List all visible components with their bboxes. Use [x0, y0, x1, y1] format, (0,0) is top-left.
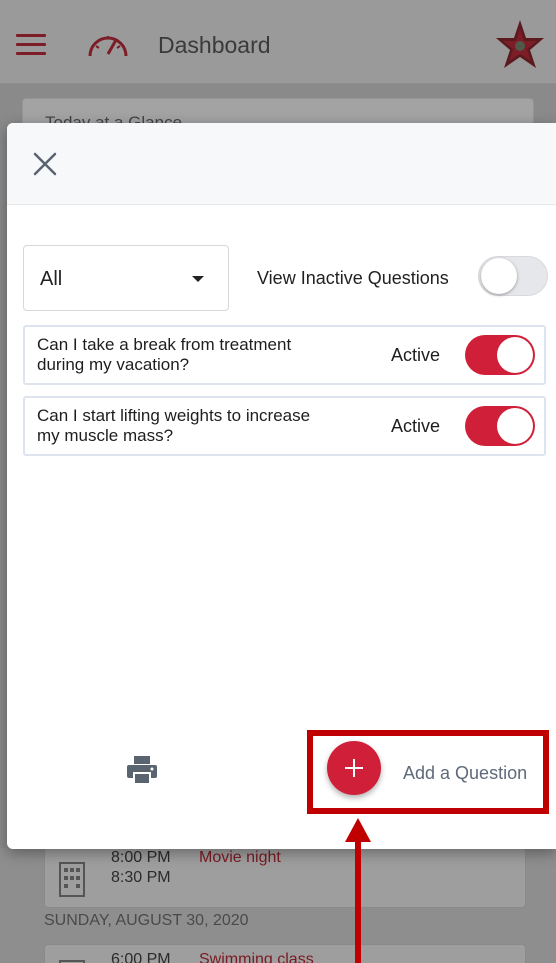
logo-icon	[496, 20, 544, 68]
filter-select[interactable]: All	[23, 245, 229, 311]
toggle-knob	[497, 337, 533, 373]
event-card[interactable]: 6:00 PM Swimming class	[44, 944, 526, 963]
app-title: Dashboard	[158, 32, 271, 58]
view-inactive-toggle[interactable]	[478, 256, 548, 296]
question-status: Active	[391, 345, 441, 365]
toggle-knob	[481, 258, 517, 294]
filter-value: All	[40, 268, 63, 290]
question-status: Active	[391, 416, 441, 436]
question-text: Can I start lifting weights to increase …	[37, 406, 311, 445]
event-start: 8:00 PM	[111, 849, 171, 866]
chevron-down-icon	[192, 276, 204, 282]
event-start: 6:00 PM	[111, 951, 171, 963]
annotation-arrow	[355, 838, 361, 963]
print-icon[interactable]	[125, 753, 159, 787]
building-icon	[59, 862, 85, 897]
close-icon[interactable]	[31, 150, 59, 178]
question-active-toggle[interactable]	[465, 335, 535, 375]
modal-header	[7, 123, 556, 205]
event-end: 8:30 PM	[111, 869, 171, 886]
view-inactive-label: View Inactive Questions	[257, 268, 449, 288]
menu-icon[interactable]	[16, 34, 46, 56]
question-text: Can I take a break from treatment during…	[37, 335, 292, 374]
annotation-highlight	[307, 730, 549, 814]
question-row: Can I take a break from treatment during…	[23, 325, 546, 385]
speedometer-icon	[88, 36, 128, 57]
event-name: Movie night	[199, 849, 281, 866]
toggle-knob	[497, 408, 533, 444]
question-active-toggle[interactable]	[465, 406, 535, 446]
question-row: Can I start lifting weights to increase …	[23, 396, 546, 456]
building-icon	[59, 960, 85, 963]
event-name: Swimming class	[199, 951, 314, 963]
app-bar: Dashboard	[0, 0, 556, 84]
event-card[interactable]: 8:00 PM 8:30 PM Movie night	[44, 846, 526, 908]
date-header: SUNDAY, AUGUST 30, 2020	[44, 912, 249, 929]
